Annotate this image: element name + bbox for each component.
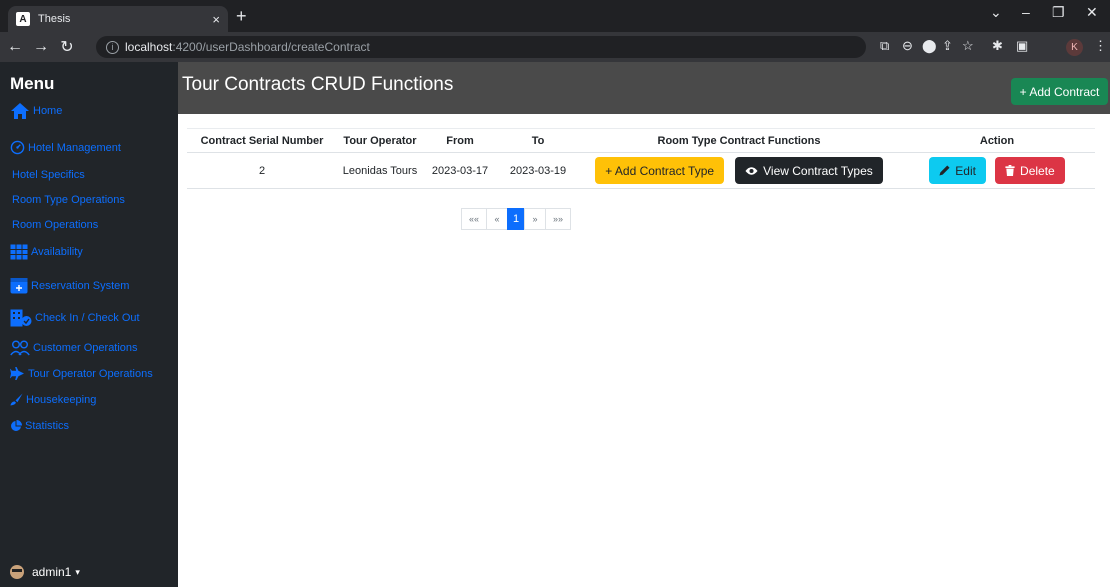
table-row: 2 Leonidas Tours 2023-03-17 2023-03-19 +… — [187, 152, 1095, 189]
sidebar-item-availability[interactable]: Availability — [10, 244, 83, 260]
building-check-icon — [10, 309, 32, 327]
translate-icon[interactable]: ⧉ — [880, 38, 889, 54]
col-contract-serial-number: Contract Serial Number — [187, 128, 337, 153]
side-panel-icon[interactable]: ▣ — [1016, 38, 1028, 54]
cell-action: Edit Delete — [899, 152, 1095, 189]
people-icon — [10, 340, 30, 356]
bookmark-star-icon[interactable]: ☆ — [962, 38, 974, 54]
info-icon[interactable]: i — [106, 40, 119, 54]
pagination-next[interactable]: » — [524, 208, 546, 230]
user-avatar-icon — [10, 565, 24, 579]
col-action: Action — [899, 128, 1095, 153]
user-dropdown[interactable]: admin1 ▾ — [10, 565, 80, 579]
edit-button[interactable]: Edit — [929, 157, 986, 184]
user-name: admin1 — [32, 565, 72, 579]
main-content: Tour Contracts CRUD Functions + Add Cont… — [178, 62, 1110, 587]
page-title: Tour Contracts CRUD Functions — [182, 74, 454, 95]
restore-icon[interactable]: ❐ — [1052, 4, 1065, 21]
pagination-first[interactable]: «« — [461, 208, 487, 230]
col-from: From — [423, 128, 497, 153]
cell-operator: Leonidas Tours — [337, 152, 423, 189]
col-to: To — [497, 128, 579, 153]
browser-menu-icon[interactable]: ⋮ — [1094, 38, 1107, 54]
add-contract-button[interactable]: + Add Contract — [1011, 78, 1108, 105]
contracts-table: Contract Serial Number Tour Operator Fro… — [187, 128, 1095, 189]
url-host: localhost — [125, 40, 173, 54]
sidebar-title: Menu — [10, 74, 55, 93]
zoom-icon[interactable]: ⊖ — [902, 38, 913, 54]
brush-icon — [10, 393, 23, 406]
sidebar-item-customer-operations[interactable]: Customer Operations — [10, 340, 138, 356]
extensions-icon[interactable]: ✱ — [992, 38, 1003, 54]
pencil-icon — [939, 165, 950, 176]
pagination-last[interactable]: »» — [545, 208, 571, 230]
minimize-icon[interactable]: – — [1022, 4, 1030, 20]
angular-favicon-icon: A — [16, 12, 30, 26]
col-tour-operator: Tour Operator — [337, 128, 423, 153]
delete-button[interactable]: Delete — [995, 157, 1065, 184]
calendar-plus-icon — [10, 277, 28, 294]
profile-avatar[interactable]: K — [1066, 39, 1083, 56]
pagination-page-1[interactable]: 1 — [507, 208, 525, 230]
pagination-prev[interactable]: « — [486, 208, 508, 230]
new-tab-icon[interactable]: + — [236, 6, 247, 26]
cell-from: 2023-03-17 — [423, 152, 497, 189]
tab-search-chevron-icon[interactable]: ⌄ — [990, 4, 1002, 21]
col-room-type-contract-functions: Room Type Contract Functions — [579, 128, 899, 153]
sidebar: Menu Home Hotel Management Hotel Specifi… — [0, 62, 178, 587]
sidebar-item-check-in-check-out[interactable]: Check In / Check Out — [10, 309, 140, 327]
dropdown-caret-icon: ▾ — [75, 566, 80, 577]
eye-icon — [745, 166, 758, 176]
tab-title: Thesis — [38, 13, 71, 25]
sidebar-item-room-operations[interactable]: Room Operations — [12, 219, 98, 231]
sidebar-item-hotel-specifics[interactable]: Hotel Specifics — [12, 169, 85, 181]
sidebar-item-hotel-management[interactable]: Hotel Management — [10, 140, 121, 155]
forward-icon[interactable]: → — [30, 38, 52, 56]
page-header: Tour Contracts CRUD Functions + Add Cont… — [178, 62, 1110, 114]
back-icon[interactable]: ← — [4, 38, 26, 56]
sidebar-item-housekeeping[interactable]: Housekeeping — [10, 393, 96, 406]
url-input[interactable]: i localhost :4200/userDashboard/createCo… — [96, 36, 866, 58]
sidebar-item-room-type-operations[interactable]: Room Type Operations — [12, 194, 125, 206]
cell-serial: 2 — [187, 152, 337, 189]
trash-icon — [1005, 165, 1015, 176]
cell-contract-functions: + Add Contract Type View Contract Types — [579, 152, 899, 189]
url-path: :4200/userDashboard/createContract — [172, 40, 370, 54]
sidebar-item-statistics[interactable]: Statistics — [10, 420, 69, 432]
table-header-row: Contract Serial Number Tour Operator Fro… — [187, 128, 1095, 153]
pie-chart-icon — [10, 420, 22, 432]
share-icon[interactable]: ⇪ — [942, 38, 953, 54]
browser-tab-bar: A Thesis × + ⌄ – ❐ ✕ — [0, 0, 1110, 32]
add-contract-type-button[interactable]: + Add Contract Type — [595, 157, 725, 184]
sidebar-item-tour-operator-operations[interactable]: Tour Operator Operations — [10, 367, 153, 380]
airplane-icon — [10, 367, 25, 380]
location-icon[interactable]: ⬤ — [922, 38, 937, 54]
sidebar-item-reservation-system[interactable]: Reservation System — [10, 277, 129, 294]
pagination: «« « 1 » »» — [461, 208, 571, 230]
table-icon — [10, 244, 28, 260]
speedometer-icon — [10, 140, 25, 155]
view-contract-types-button[interactable]: View Contract Types — [735, 157, 883, 184]
browser-tab[interactable]: A Thesis × — [8, 6, 228, 32]
window-close-icon[interactable]: ✕ — [1086, 4, 1098, 21]
home-icon — [10, 102, 30, 120]
sidebar-item-home[interactable]: Home — [10, 102, 62, 120]
cell-to: 2023-03-19 — [497, 152, 579, 189]
reload-icon[interactable]: ↻ — [56, 37, 78, 57]
tab-close-icon[interactable]: × — [212, 12, 220, 27]
